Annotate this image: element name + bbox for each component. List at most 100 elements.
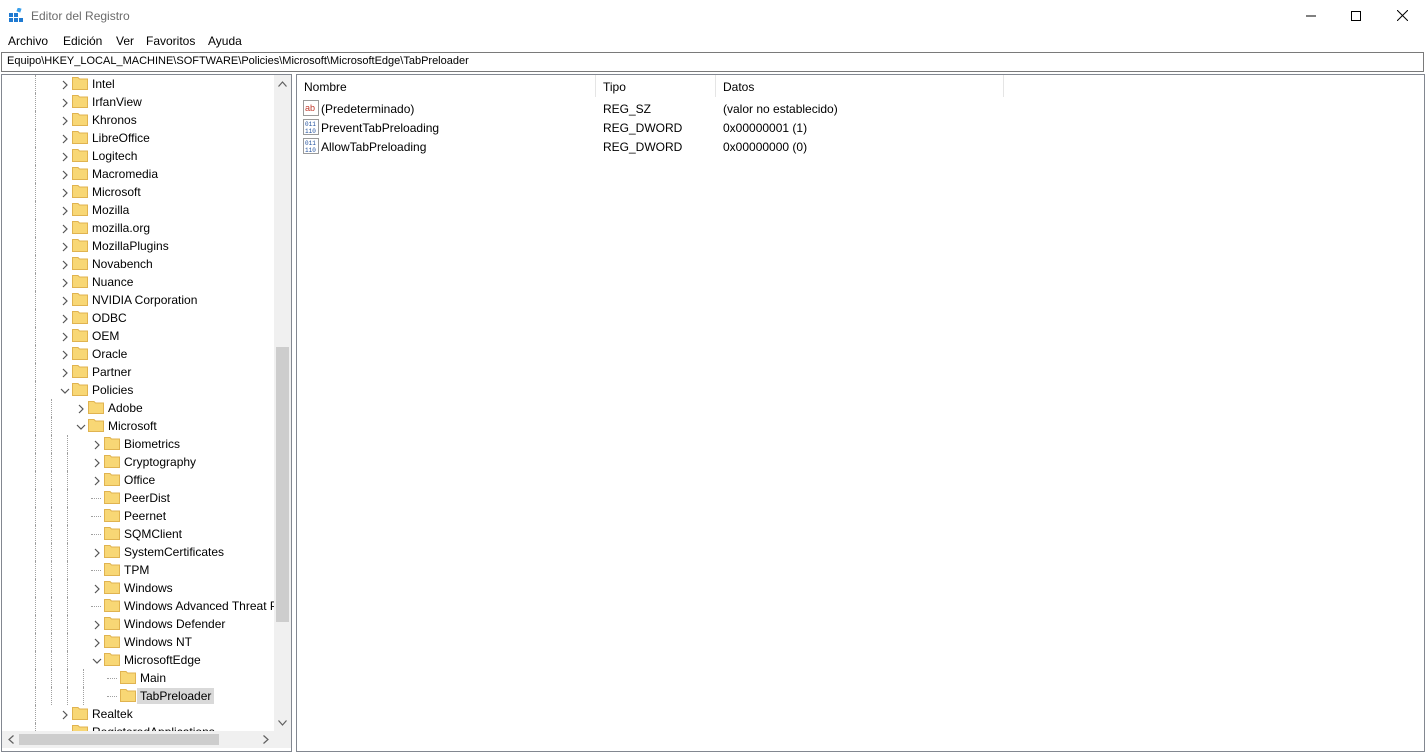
tree-item[interactable]: Peernet bbox=[2, 507, 274, 525]
menu-favoritos[interactable]: Favoritos bbox=[146, 34, 195, 48]
tree-item[interactable]: Office bbox=[2, 471, 274, 489]
expand-chevron-right-icon[interactable] bbox=[60, 350, 70, 360]
horizontal-scroll-thumb[interactable] bbox=[19, 734, 219, 745]
expand-chevron-right-icon[interactable] bbox=[60, 170, 70, 180]
tree-item[interactable]: TPM bbox=[2, 561, 274, 579]
tree-item[interactable]: Main bbox=[2, 669, 274, 687]
expand-chevron-right-icon[interactable] bbox=[92, 638, 102, 648]
expand-chevron-right-icon[interactable] bbox=[60, 260, 70, 270]
expand-chevron-right-icon[interactable] bbox=[60, 116, 70, 126]
expand-chevron-right-icon[interactable] bbox=[92, 584, 102, 594]
tree-item[interactable]: Intel bbox=[2, 75, 274, 93]
expand-chevron-right-icon[interactable] bbox=[60, 134, 70, 144]
tree-item[interactable]: TabPreloader bbox=[2, 687, 274, 705]
tree-item[interactable]: Realtek bbox=[2, 705, 274, 723]
tree-item[interactable]: PeerDist bbox=[2, 489, 274, 507]
tree-item[interactable]: LibreOffice bbox=[2, 129, 274, 147]
tree-item[interactable]: Mozilla bbox=[2, 201, 274, 219]
expand-chevron-right-icon[interactable] bbox=[92, 548, 102, 558]
expand-chevron-right-icon[interactable] bbox=[60, 80, 70, 90]
expand-chevron-right-icon[interactable] bbox=[60, 332, 70, 342]
scroll-right-button[interactable] bbox=[257, 731, 274, 748]
expand-chevron-right-icon[interactable] bbox=[92, 620, 102, 630]
tree-item[interactable]: Policies bbox=[2, 381, 274, 399]
expand-chevron-right-icon[interactable] bbox=[60, 368, 70, 378]
tree-item[interactable]: Khronos bbox=[2, 111, 274, 129]
tree-guide-line bbox=[35, 183, 36, 201]
expand-chevron-right-icon[interactable] bbox=[60, 296, 70, 306]
value-row[interactable]: ab (Predeterminado) REG_SZ (valor no est… bbox=[297, 99, 1297, 118]
expand-chevron-down-icon[interactable] bbox=[76, 422, 86, 432]
tree-item[interactable]: SystemCertificates bbox=[2, 543, 274, 561]
close-button[interactable] bbox=[1379, 0, 1425, 31]
address-path: Equipo\HKEY_LOCAL_MACHINE\SOFTWARE\Polic… bbox=[7, 55, 469, 67]
tree-horizontal-scrollbar[interactable] bbox=[2, 731, 274, 748]
tree-guide-line bbox=[35, 615, 36, 633]
value-row[interactable]: 011 110 AllowTabPreloading REG_DWORD 0x0… bbox=[297, 137, 1297, 156]
tree-item[interactable]: Microsoft bbox=[2, 183, 274, 201]
menu-ver[interactable]: Ver bbox=[116, 34, 134, 48]
tree-item[interactable]: Windows Defender bbox=[2, 615, 274, 633]
column-header-type[interactable]: Tipo bbox=[596, 75, 716, 97]
tree-item-label: Logitech bbox=[92, 149, 138, 163]
expand-chevron-right-icon[interactable] bbox=[60, 710, 70, 720]
tree-item[interactable]: Cryptography bbox=[2, 453, 274, 471]
tree-vertical-scrollbar[interactable] bbox=[274, 75, 291, 731]
tree-item[interactable]: mozilla.org bbox=[2, 219, 274, 237]
scroll-up-button[interactable] bbox=[274, 75, 291, 92]
expand-chevron-right-icon[interactable] bbox=[60, 98, 70, 108]
expand-chevron-down-icon[interactable] bbox=[60, 386, 70, 396]
column-header-name[interactable]: Nombre bbox=[297, 75, 596, 97]
folder-icon bbox=[72, 725, 88, 731]
tree-item[interactable]: Windows NT bbox=[2, 633, 274, 651]
tree-item[interactable]: Windows Advanced Threat P bbox=[2, 597, 274, 615]
menu-edicion[interactable]: Edición bbox=[63, 34, 102, 48]
vertical-scroll-thumb[interactable] bbox=[276, 347, 289, 622]
maximize-button[interactable] bbox=[1333, 0, 1379, 31]
expand-chevron-right-icon[interactable] bbox=[60, 224, 70, 234]
tree-item[interactable]: RegisteredApplications bbox=[2, 723, 274, 731]
value-row[interactable]: 011 110 PreventTabPreloading REG_DWORD 0… bbox=[297, 118, 1297, 137]
tree-item[interactable]: Windows bbox=[2, 579, 274, 597]
tree-item[interactable]: Oracle bbox=[2, 345, 274, 363]
tree-item[interactable]: Partner bbox=[2, 363, 274, 381]
tree-item[interactable]: Nuance bbox=[2, 273, 274, 291]
scroll-down-button[interactable] bbox=[274, 714, 291, 731]
expand-chevron-right-icon[interactable] bbox=[92, 458, 102, 468]
menu-ayuda[interactable]: Ayuda bbox=[208, 34, 242, 48]
menu-archivo[interactable]: Archivo bbox=[8, 34, 48, 48]
minimize-button[interactable] bbox=[1288, 0, 1334, 31]
tree-guide-line bbox=[51, 453, 52, 471]
expand-chevron-right-icon[interactable] bbox=[60, 152, 70, 162]
tree-item[interactable]: Macromedia bbox=[2, 165, 274, 183]
tree-item[interactable]: Biometrics bbox=[2, 435, 274, 453]
tree-item[interactable]: ODBC bbox=[2, 309, 274, 327]
address-bar[interactable]: Equipo\HKEY_LOCAL_MACHINE\SOFTWARE\Polic… bbox=[1, 52, 1424, 72]
expand-chevron-right-icon[interactable] bbox=[92, 476, 102, 486]
tree-item[interactable]: MicrosoftEdge bbox=[2, 651, 274, 669]
tree-item[interactable]: Logitech bbox=[2, 147, 274, 165]
tree-item[interactable]: SQMClient bbox=[2, 525, 274, 543]
tree-item[interactable]: Adobe bbox=[2, 399, 274, 417]
tree-item-label: Windows Defender bbox=[124, 617, 226, 631]
tree-item[interactable]: Novabench bbox=[2, 255, 274, 273]
tree-item[interactable]: MozillaPlugins bbox=[2, 237, 274, 255]
tree-item-label: LibreOffice bbox=[92, 131, 150, 145]
tree-item[interactable]: IrfanView bbox=[2, 93, 274, 111]
expand-chevron-down-icon[interactable] bbox=[92, 656, 102, 666]
tree-guide-line bbox=[67, 687, 68, 705]
scroll-left-button[interactable] bbox=[2, 731, 19, 748]
tree-item[interactable]: Microsoft bbox=[2, 417, 274, 435]
tree-item[interactable]: OEM bbox=[2, 327, 274, 345]
expand-chevron-right-icon[interactable] bbox=[60, 188, 70, 198]
tree-guide-line bbox=[67, 597, 68, 615]
expand-chevron-right-icon[interactable] bbox=[60, 206, 70, 216]
expand-chevron-right-icon[interactable] bbox=[60, 278, 70, 288]
expand-chevron-right-icon[interactable] bbox=[60, 242, 70, 252]
column-header-data[interactable]: Datos bbox=[716, 75, 1004, 97]
expand-chevron-right-icon[interactable] bbox=[76, 404, 86, 414]
tree-item[interactable]: NVIDIA Corporation bbox=[2, 291, 274, 309]
tree-item-label: MicrosoftEdge bbox=[124, 653, 201, 667]
expand-chevron-right-icon[interactable] bbox=[92, 440, 102, 450]
expand-chevron-right-icon[interactable] bbox=[60, 314, 70, 324]
